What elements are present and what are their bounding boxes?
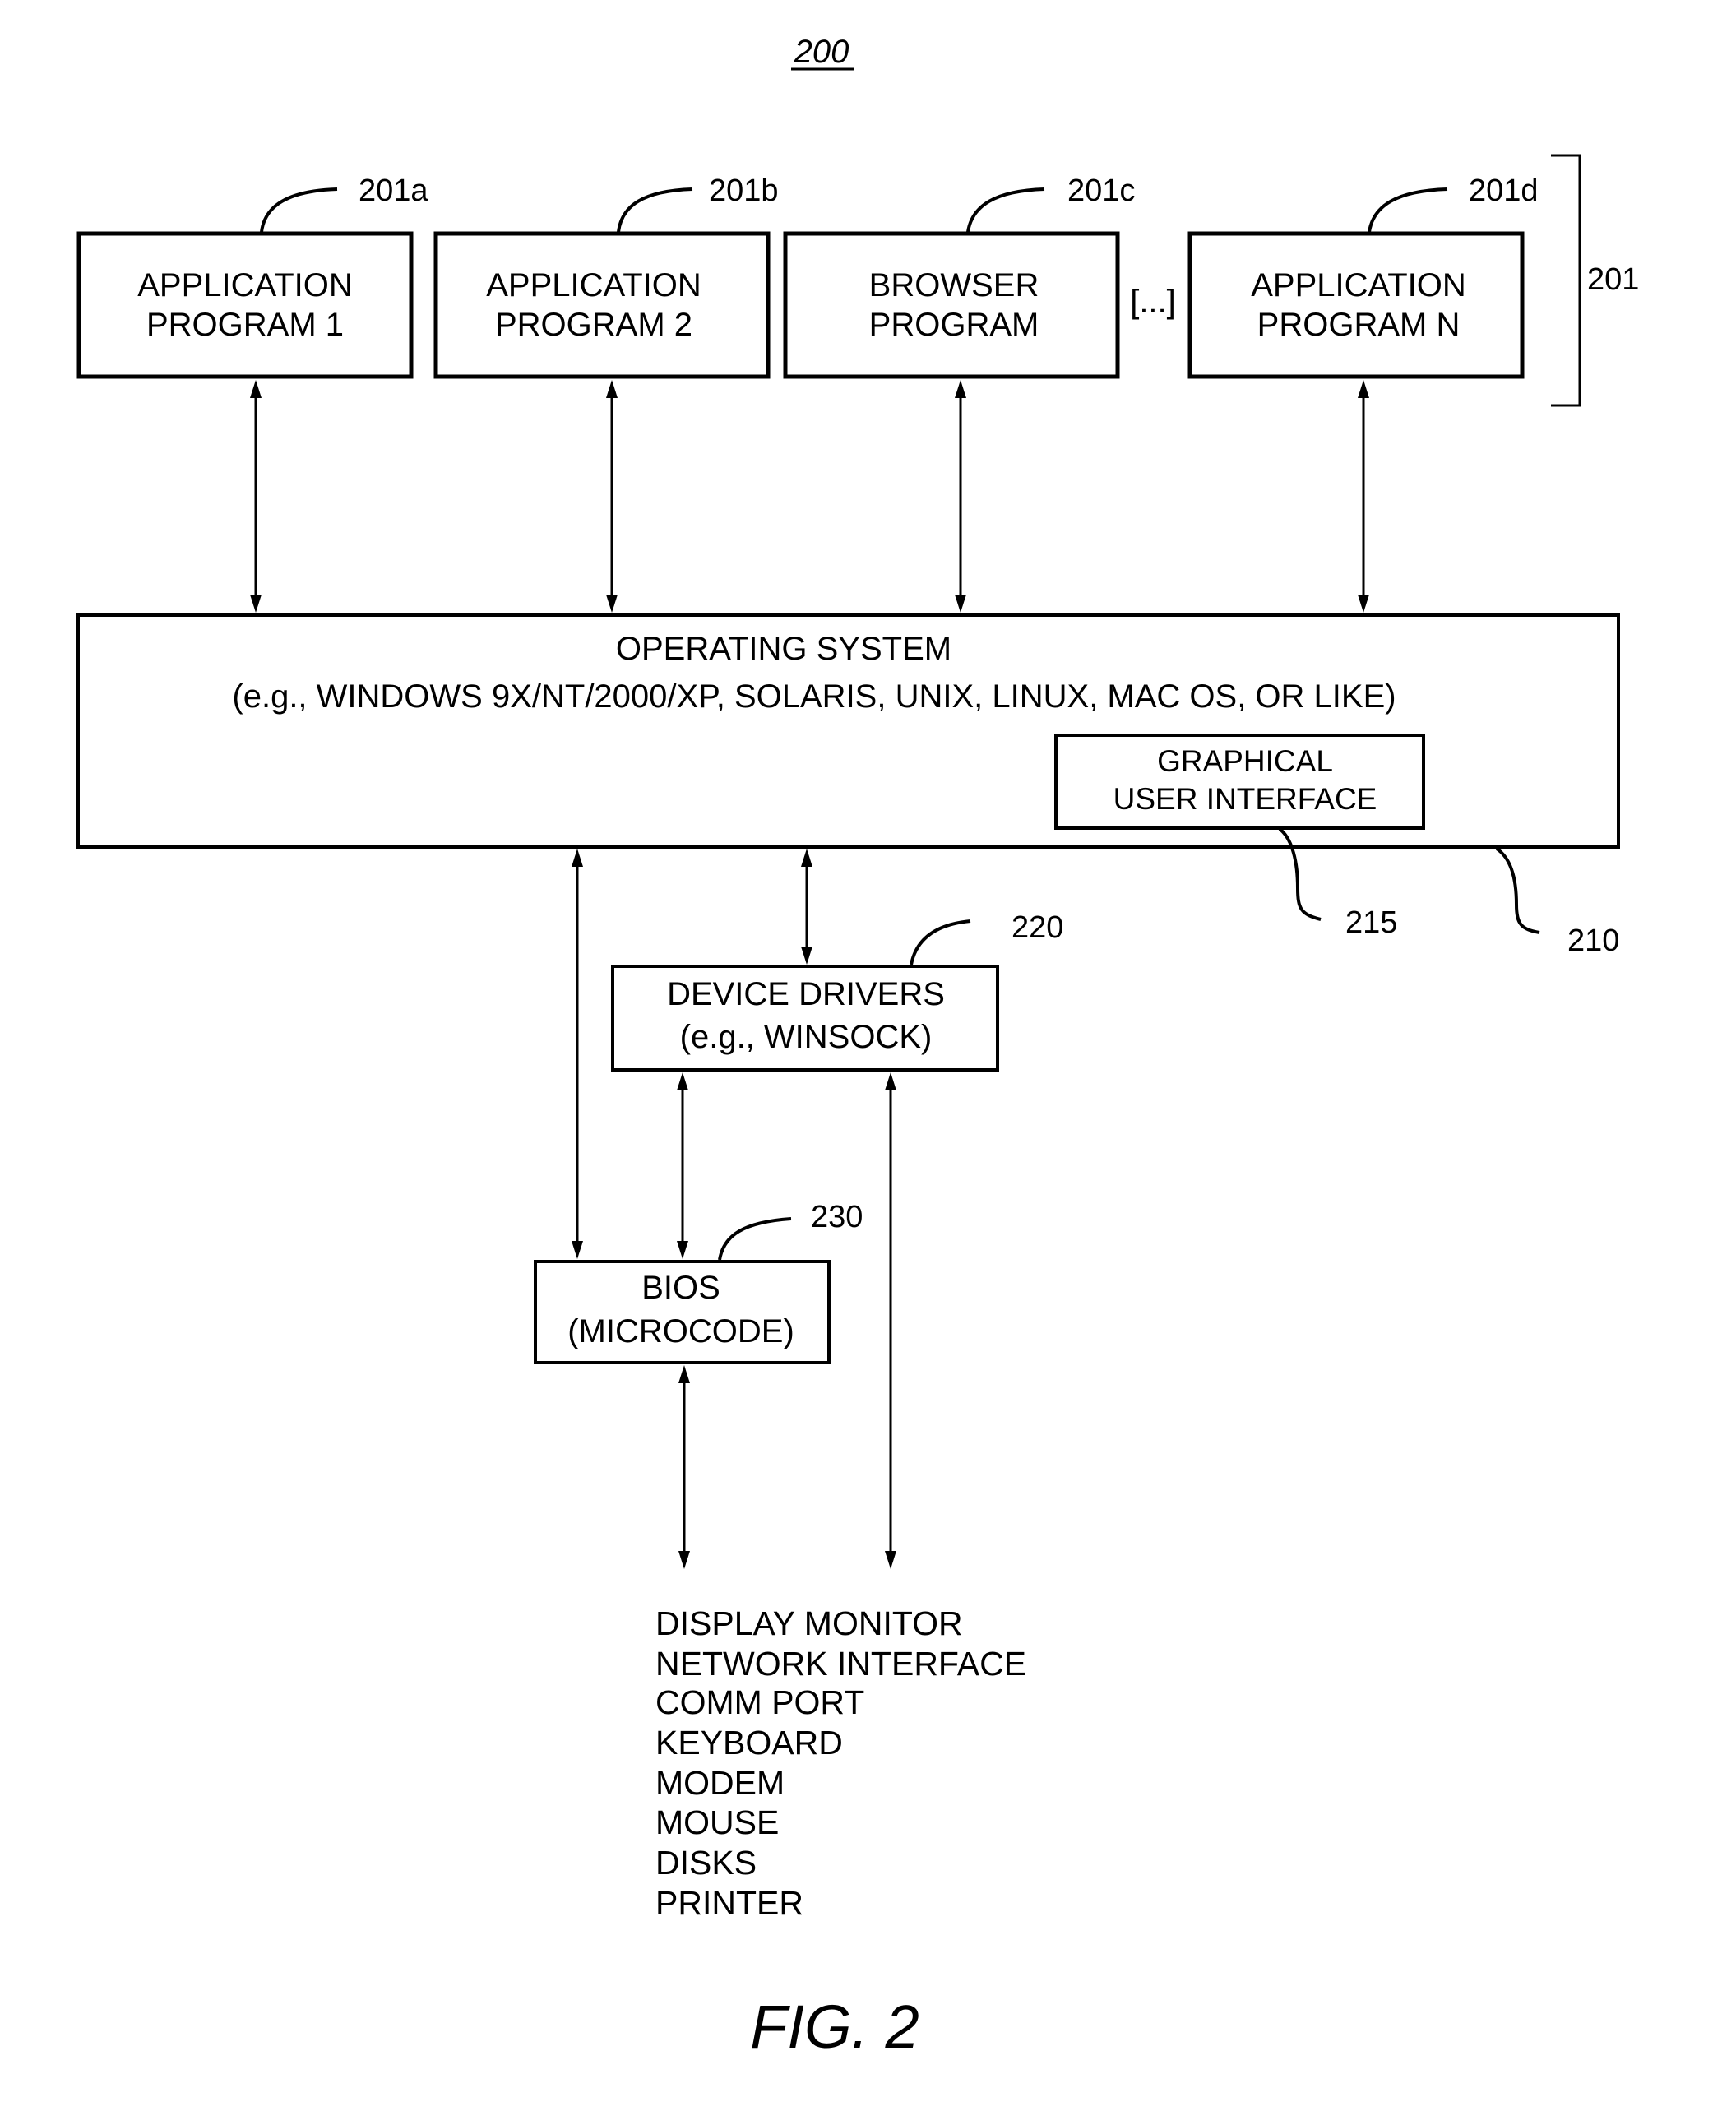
- os-bios-arrow: [572, 849, 583, 1259]
- peripheral-item: MODEM: [655, 1764, 785, 1802]
- application-program-1-box: [76, 231, 414, 379]
- ref-201b: 201b: [709, 174, 779, 208]
- application-program-n-line2: PROGRAM N: [1257, 307, 1461, 343]
- application-program-1: APPLICATION PROGRAM 1 201a: [76, 174, 428, 379]
- arrowhead-up: [1358, 380, 1369, 398]
- software-system-diagram: 200 APPLICATION PROGRAM 1 201a APPLICATI…: [76, 34, 1639, 2061]
- application-program-2: APPLICATION PROGRAM 2 201b: [433, 174, 779, 379]
- application-program-1-line2: PROGRAM 1: [146, 307, 344, 343]
- bracket-201-shape: [1551, 154, 1581, 407]
- arrowhead-down: [801, 947, 812, 965]
- operating-system-examples: (e.g., WINDOWS 9X/NT/2000/XP, SOLARIS, U…: [232, 678, 1396, 715]
- leader-201c: [966, 187, 1045, 233]
- application-program-n-line1: APPLICATION: [1251, 267, 1466, 303]
- arrowhead-down: [250, 595, 262, 613]
- application-program-2-line1: APPLICATION: [486, 267, 701, 303]
- device-drivers-line1: DEVICE DRIVERS: [667, 976, 945, 1012]
- ref-201d: 201d: [1469, 174, 1539, 208]
- device-drivers: DEVICE DRIVERS (e.g., WINSOCK) 220: [611, 910, 1063, 1072]
- gui-line2: USER INTERFACE: [1113, 782, 1377, 816]
- arrowhead-down: [572, 1241, 583, 1259]
- application-program-n-box: [1187, 231, 1525, 379]
- leader-210: [1495, 847, 1540, 934]
- arrowhead-up: [885, 1072, 896, 1090]
- ref-201c: 201c: [1067, 174, 1135, 208]
- drivers-bios-arrow: [677, 1072, 688, 1259]
- peripheral-item: COMM PORT: [655, 1683, 864, 1721]
- arrowhead-down: [677, 1241, 688, 1259]
- application-program-2-line2: PROGRAM 2: [495, 307, 692, 343]
- ref-201a: 201a: [359, 174, 428, 208]
- arrowhead-down: [885, 1551, 896, 1569]
- ellipsis: [...]: [1130, 284, 1176, 320]
- peripheral-item: DISKS: [655, 1844, 757, 1882]
- figure-number-text: 200: [794, 34, 849, 70]
- figure-caption: FIG. 2: [750, 1993, 919, 2061]
- arrowhead-up: [606, 380, 618, 398]
- bios: BIOS (MICROCODE) 230: [534, 1200, 863, 1364]
- peripheral-item: NETWORK INTERFACE: [655, 1645, 1026, 1683]
- arrowhead-down: [606, 595, 618, 613]
- ref-230: 230: [811, 1200, 863, 1234]
- arrowhead-down: [678, 1551, 690, 1569]
- browser-program-line1: BROWSER: [869, 267, 1039, 303]
- peripheral-item: PRINTER: [655, 1884, 803, 1922]
- device-drivers-line2: (e.g., WINSOCK): [680, 1019, 933, 1055]
- arrowhead-up: [678, 1365, 690, 1383]
- operating-system-title: OPERATING SYSTEM: [616, 631, 951, 667]
- figure-number: 200: [791, 34, 854, 71]
- bios-line1: BIOS: [641, 1270, 720, 1306]
- arrowhead-up: [955, 380, 966, 398]
- arrowhead-up: [250, 380, 262, 398]
- browser-program-line2: PROGRAM: [869, 307, 1039, 343]
- leader-201a: [260, 187, 338, 233]
- arrowhead-up: [677, 1072, 688, 1090]
- operating-system: OPERATING SYSTEM (e.g., WINDOWS 9X/NT/20…: [76, 613, 1620, 958]
- os-drivers-arrow: [801, 849, 812, 965]
- ref-210: 210: [1567, 924, 1619, 958]
- peripheral-item: MOUSE: [655, 1803, 779, 1841]
- application-program-2-box: [433, 231, 771, 379]
- leader-230: [718, 1217, 792, 1261]
- application-program-n: APPLICATION PROGRAM N 201d: [1187, 174, 1539, 379]
- bios-peripherals-arrow: [678, 1365, 690, 1569]
- arrowhead-down: [955, 595, 966, 613]
- app-os-arrows: [250, 380, 1369, 613]
- ref-201: 201: [1587, 262, 1639, 297]
- leader-201d: [1368, 187, 1448, 233]
- arrowhead-up: [801, 849, 812, 867]
- peripheral-item: DISPLAY MONITOR: [655, 1604, 963, 1642]
- arrowhead-up: [572, 849, 583, 867]
- peripheral-item: KEYBOARD: [655, 1724, 843, 1761]
- ref-215: 215: [1345, 905, 1397, 940]
- bios-line2: (MICROCODE): [567, 1313, 794, 1349]
- gui-line1: GRAPHICAL: [1157, 744, 1333, 778]
- leader-220: [910, 919, 971, 965]
- arrowhead-down: [1358, 595, 1369, 613]
- drivers-peripherals-arrow: [885, 1072, 896, 1569]
- application-program-1-line1: APPLICATION: [137, 267, 353, 303]
- browser-program: BROWSER PROGRAM 201c: [783, 174, 1135, 379]
- ref-220: 220: [1012, 910, 1063, 945]
- leader-201b: [617, 187, 693, 233]
- peripherals-list: DISPLAY MONITOR NETWORK INTERFACE COMM P…: [655, 1604, 1026, 1922]
- bracket-201: 201: [1551, 154, 1639, 407]
- browser-program-box: [783, 231, 1120, 379]
